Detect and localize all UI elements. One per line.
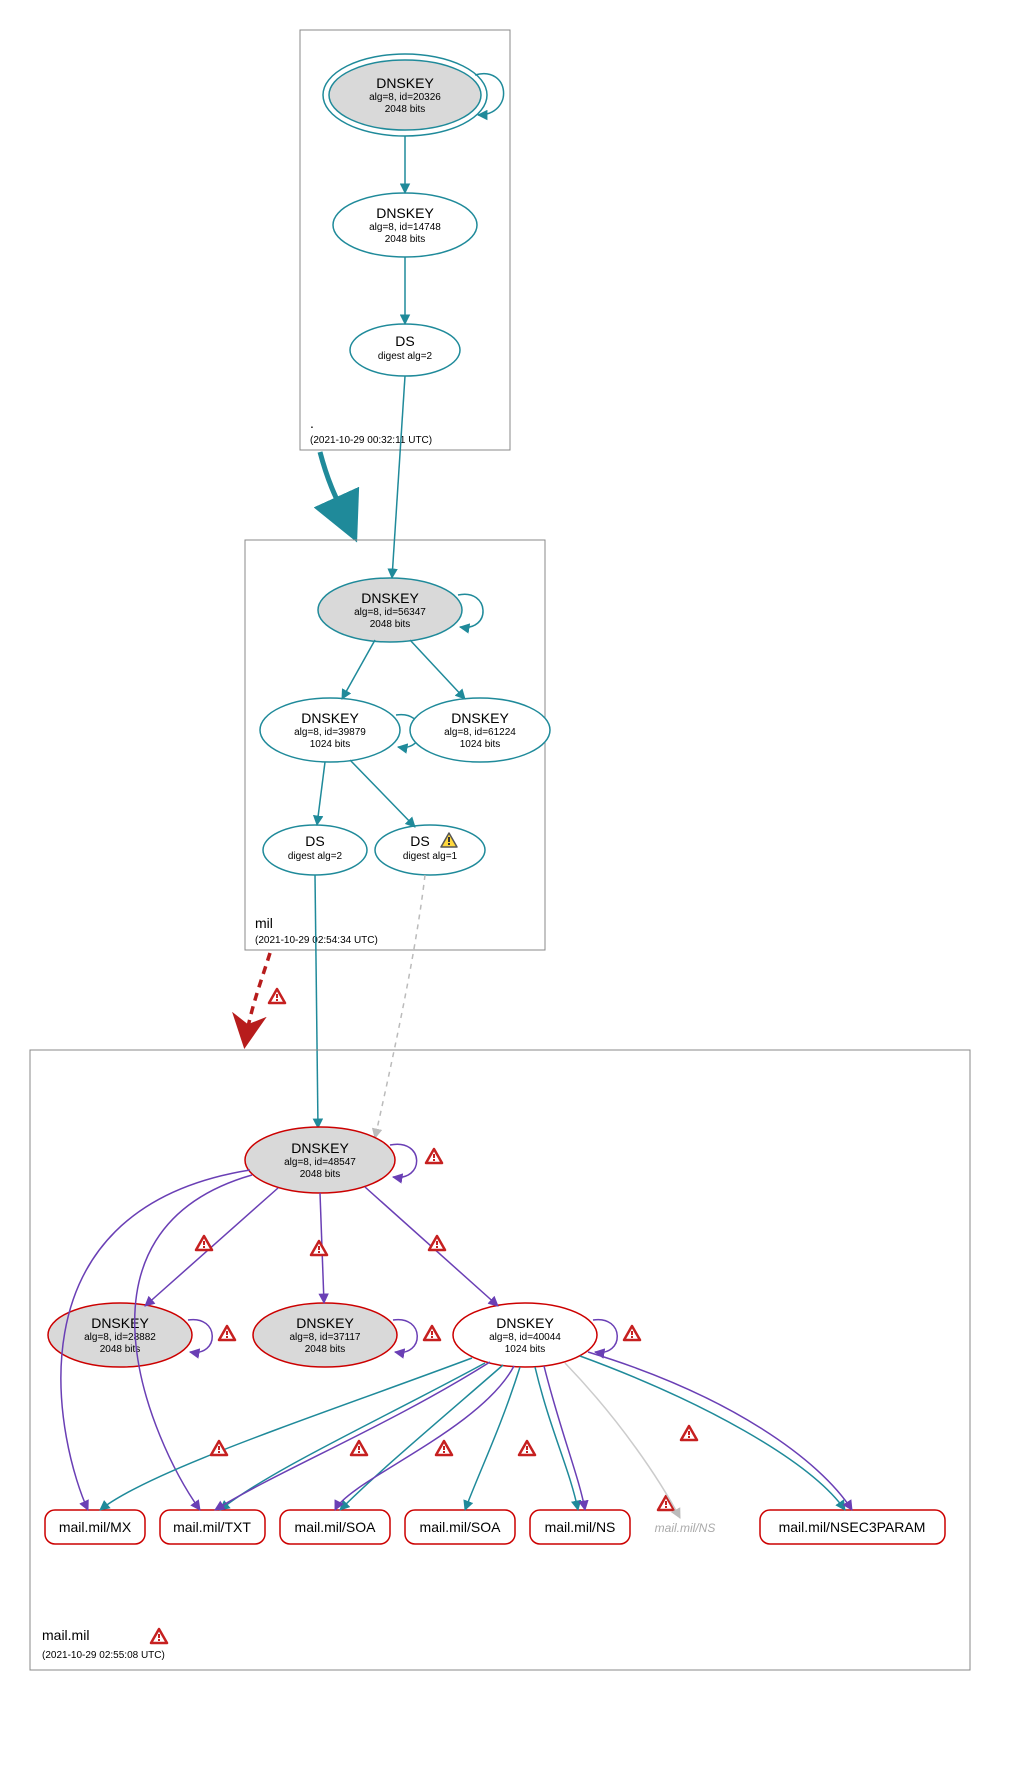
mailmil-dnskey-40044: DNSKEY alg=8, id=40044 1024 bits	[453, 1303, 640, 1367]
svg-text:1024 bits: 1024 bits	[505, 1344, 546, 1355]
warning-icon	[269, 989, 285, 1003]
svg-text:digest alg=2: digest alg=2	[288, 851, 343, 862]
svg-text:mail.mil/MX: mail.mil/MX	[59, 1519, 132, 1535]
mailmil-dnskey-37117: DNSKEY alg=8, id=37117 2048 bits	[253, 1303, 440, 1367]
svg-text:mail.mil/NSEC3PARAM: mail.mil/NSEC3PARAM	[779, 1519, 926, 1535]
svg-text:DNSKEY: DNSKEY	[91, 1315, 149, 1331]
mailmil-dnskey-28882: DNSKEY alg=8, id=28882 2048 bits	[48, 1303, 235, 1367]
svg-text:alg=8, id=28882: alg=8, id=28882	[84, 1332, 156, 1343]
svg-text:2048 bits: 2048 bits	[305, 1344, 346, 1355]
svg-text:alg=8, id=56347: alg=8, id=56347	[354, 607, 426, 618]
svg-text:1024 bits: 1024 bits	[460, 739, 501, 750]
svg-text:2048 bits: 2048 bits	[385, 234, 426, 245]
mil-dnskey-56347: DNSKEY alg=8, id=56347 2048 bits	[318, 578, 483, 642]
svg-text:alg=8, id=39879: alg=8, id=39879	[294, 727, 366, 738]
svg-text:digest alg=1: digest alg=1	[403, 851, 458, 862]
rrset-mx: mail.mil/MX	[45, 1510, 145, 1544]
svg-text:alg=8, id=61224: alg=8, id=61224	[444, 727, 516, 738]
svg-text:2048 bits: 2048 bits	[300, 1169, 341, 1180]
svg-text:alg=8, id=48547: alg=8, id=48547	[284, 1157, 356, 1168]
svg-text:digest alg=2: digest alg=2	[378, 351, 433, 362]
rrset-ns: mail.mil/NS	[530, 1510, 630, 1544]
edge-root-to-mil-zone	[320, 452, 355, 538]
svg-text:mail.mil/NS: mail.mil/NS	[545, 1519, 616, 1535]
svg-text:alg=8, id=37117: alg=8, id=37117	[290, 1332, 361, 1343]
svg-text:mail.mil/NS: mail.mil/NS	[655, 1521, 716, 1535]
svg-text:DS: DS	[410, 833, 429, 849]
rrset-ns-ghost: mail.mil/NS	[655, 1496, 716, 1535]
svg-text:DNSKEY: DNSKEY	[376, 75, 434, 91]
root-ds: DS digest alg=2	[350, 324, 460, 376]
svg-text:1024 bits: 1024 bits	[310, 739, 351, 750]
zone-mil-label: mil	[255, 915, 273, 931]
zone-mailmil-label: mail.mil	[42, 1627, 89, 1643]
edge-mil-to-mailmil-zone	[245, 953, 270, 1044]
mil-dnskey-39879: DNSKEY alg=8, id=39879 1024 bits	[260, 698, 420, 762]
svg-text:DNSKEY: DNSKEY	[496, 1315, 554, 1331]
warning-icon	[681, 1426, 697, 1440]
root-dnskey-20326: DNSKEY alg=8, id=20326 2048 bits	[323, 54, 504, 136]
zone-mailmil-ts: (2021-10-29 02:55:08 UTC)	[42, 1650, 165, 1661]
mil-dnskey-61224: DNSKEY alg=8, id=61224 1024 bits	[410, 698, 550, 762]
svg-text:DNSKEY: DNSKEY	[291, 1140, 349, 1156]
svg-text:DNSKEY: DNSKEY	[361, 590, 419, 606]
warning-icon	[219, 1326, 235, 1340]
rrset-soa1: mail.mil/SOA	[280, 1510, 390, 1544]
zone-root-ts: (2021-10-29 00:32:11 UTC)	[310, 435, 432, 446]
rrset-soa2: mail.mil/SOA	[405, 1510, 515, 1544]
svg-text:2048 bits: 2048 bits	[385, 104, 426, 115]
warning-icon	[519, 1441, 535, 1455]
warning-icon	[424, 1326, 440, 1340]
rrset-txt: mail.mil/TXT	[160, 1510, 265, 1544]
svg-text:DNSKEY: DNSKEY	[451, 710, 509, 726]
svg-text:DS: DS	[305, 833, 324, 849]
svg-text:mail.mil/SOA: mail.mil/SOA	[295, 1519, 377, 1535]
svg-text:mail.mil/TXT: mail.mil/TXT	[173, 1519, 251, 1535]
svg-text:mail.mil/SOA: mail.mil/SOA	[420, 1519, 502, 1535]
mailmil-dnskey-48547: DNSKEY alg=8, id=48547 2048 bits	[245, 1127, 442, 1193]
mil-ds-alg2: DS digest alg=2	[263, 825, 367, 875]
svg-text:DNSKEY: DNSKEY	[296, 1315, 354, 1331]
warning-icon	[311, 1241, 327, 1255]
svg-text:DS: DS	[395, 333, 414, 349]
svg-text:alg=8, id=20326: alg=8, id=20326	[369, 92, 441, 103]
warning-icon	[624, 1326, 640, 1340]
svg-text:2048 bits: 2048 bits	[100, 1344, 141, 1355]
svg-text:alg=8, id=40044: alg=8, id=40044	[489, 1332, 561, 1343]
svg-text:2048 bits: 2048 bits	[370, 619, 411, 630]
svg-text:alg=8, id=14748: alg=8, id=14748	[369, 222, 441, 233]
warning-icon	[351, 1441, 367, 1455]
root-dnskey-14748: DNSKEY alg=8, id=14748 2048 bits	[333, 193, 477, 257]
mil-ds-alg1: DS digest alg=1	[375, 825, 485, 875]
warning-icon	[426, 1149, 442, 1163]
rrset-nsec3param: mail.mil/NSEC3PARAM	[760, 1510, 945, 1544]
warning-icon	[151, 1629, 167, 1643]
dnssec-diagram: . (2021-10-29 00:32:11 UTC) DNSKEY alg=8…	[20, 20, 996, 1756]
zone-root-label: .	[310, 415, 314, 431]
warning-icon	[436, 1441, 452, 1455]
svg-text:DNSKEY: DNSKEY	[376, 205, 434, 221]
svg-text:DNSKEY: DNSKEY	[301, 710, 359, 726]
warning-icon	[196, 1236, 212, 1250]
warning-icon	[211, 1441, 227, 1455]
warning-icon	[429, 1236, 445, 1250]
